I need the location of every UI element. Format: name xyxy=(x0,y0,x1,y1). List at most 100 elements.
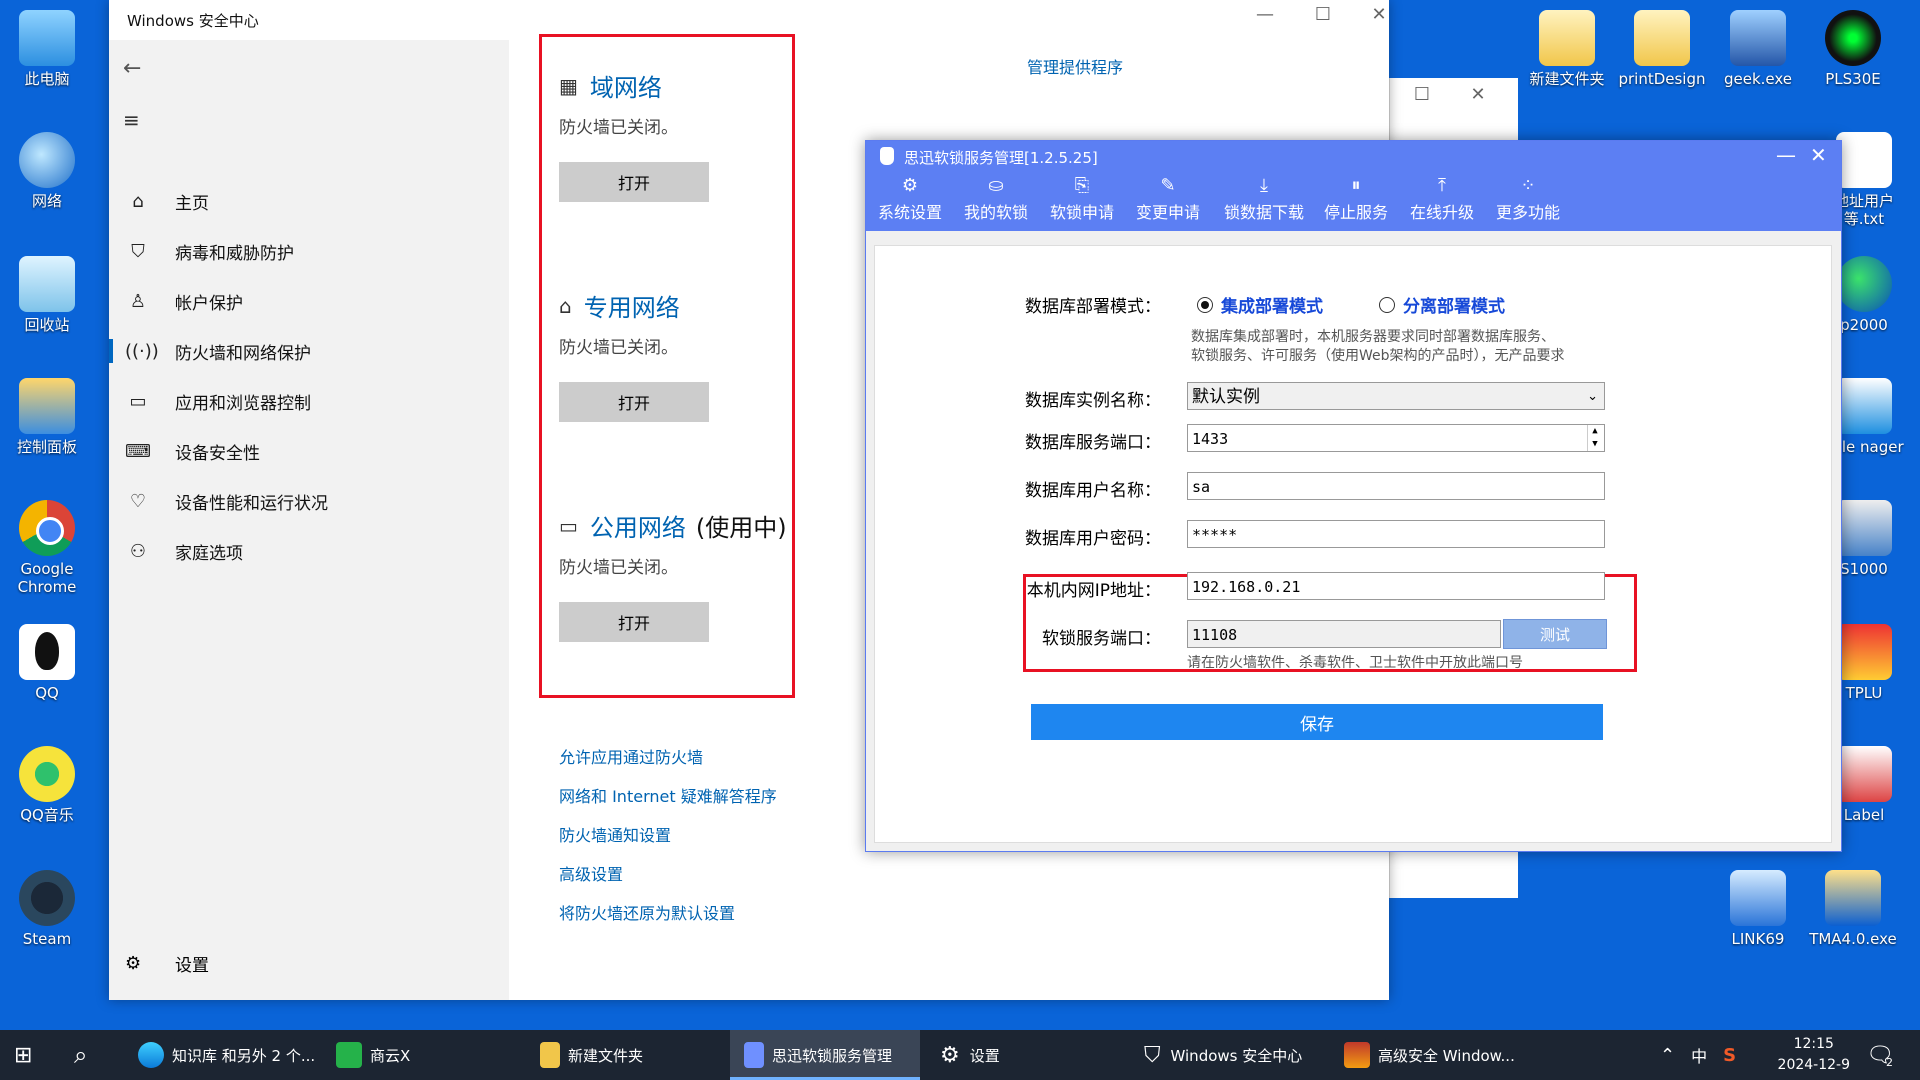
save-button[interactable]: 保存 xyxy=(1031,704,1603,740)
minimize-icon[interactable]: — xyxy=(1776,143,1796,167)
sidebar-item-app-browser-control[interactable]: ▭ 应用和浏览器控制 xyxy=(125,381,311,421)
add-document-icon: ⎘ xyxy=(1074,175,1090,196)
db-password-label: 数据库用户密码： xyxy=(1025,529,1161,549)
taskbar-item-edge[interactable]: 知识库 和另外 2 个... xyxy=(138,1030,318,1080)
desktop-icon-steam[interactable]: Steam xyxy=(0,870,95,948)
desktop-icon-qq[interactable]: QQ xyxy=(0,624,95,702)
turn-on-private-button[interactable]: 打开 xyxy=(559,382,709,422)
desktop-icon-geek[interactable]: geek.exe xyxy=(1710,10,1806,88)
toolbar-apply-softlock[interactable]: ⎘ 软锁申请 xyxy=(1040,175,1124,223)
turn-on-public-button[interactable]: 打开 xyxy=(559,602,709,642)
computer-icon xyxy=(19,10,75,66)
desktop-icon-printdesign[interactable]: printDesign xyxy=(1614,10,1710,88)
sidebar-item-settings[interactable]: ⚙ 设置 xyxy=(125,951,209,976)
toolbar-online-upgrade[interactable]: ⤒ 在线升级 xyxy=(1400,175,1484,223)
deploy-mode-label: 数据库部署模式： xyxy=(1025,297,1161,317)
sogou-ime-icon[interactable]: S xyxy=(1723,1045,1736,1066)
desktop-icon-chrome[interactable]: Google Chrome xyxy=(0,500,95,596)
minimize-icon[interactable]: — xyxy=(1245,4,1285,25)
taskbar-item-shangyun[interactable]: 商云X xyxy=(336,1030,516,1080)
firewall-status: 防火墙已关闭。 xyxy=(559,338,678,358)
chevron-up-icon[interactable]: ⌃ xyxy=(1660,1045,1675,1066)
taskbar-item-new-folder[interactable]: 新建文件夹 xyxy=(540,1030,720,1080)
notification-count: 2 xyxy=(1885,1055,1893,1069)
notification-center-button[interactable]: 🗨 2 xyxy=(1866,1030,1894,1080)
sidebar-item-account-protection[interactable]: ♙ 帐户保护 xyxy=(125,281,243,321)
lock-port-input[interactable]: 11108 xyxy=(1187,620,1501,648)
allow-app-link[interactable]: 允许应用通过防火墙 xyxy=(559,744,703,768)
in-use-label: (使用中) xyxy=(695,514,787,542)
sidebar-item-device-performance[interactable]: ♡ 设备性能和运行状况 xyxy=(125,481,328,521)
globe-icon xyxy=(1836,256,1892,312)
desktop-icon-control-panel[interactable]: 控制面板 xyxy=(0,378,95,456)
turn-on-domain-button[interactable]: 打开 xyxy=(559,162,709,202)
manage-providers-link[interactable]: 管理提供程序 xyxy=(1027,54,1123,78)
instance-select[interactable]: 默认实例 ⌄ xyxy=(1187,382,1605,410)
desktop-icon-qq-music[interactable]: QQ音乐 xyxy=(0,746,95,824)
sidebar-item-firewall[interactable]: ((·)) 防火墙和网络保护 xyxy=(109,331,311,371)
test-button[interactable]: 测试 xyxy=(1503,619,1607,649)
sidebar-item-virus-protection[interactable]: ⛉ 病毒和威胁防护 xyxy=(125,231,294,271)
notification-settings-link[interactable]: 防火墙通知设置 xyxy=(559,822,671,846)
folder-icon xyxy=(1539,10,1595,66)
windows-logo-icon: ⊞ xyxy=(14,1042,33,1068)
toolbar-more-features[interactable]: ⁘ 更多功能 xyxy=(1486,175,1570,223)
app-logo-icon xyxy=(880,147,894,165)
toolbar-my-softlock[interactable]: ⛀ 我的软锁 xyxy=(954,175,1038,223)
search-button[interactable]: ⌕ xyxy=(74,1030,87,1080)
close-icon[interactable]: ✕ xyxy=(1810,143,1827,167)
edge-icon xyxy=(138,1042,164,1068)
stepper-arrows-icon[interactable]: ▲ ▼ xyxy=(1587,425,1602,451)
start-button[interactable]: ⊞ xyxy=(14,1030,32,1080)
desktop-icon-this-pc[interactable]: 此电脑 xyxy=(0,10,95,88)
desktop-icon-new-folder[interactable]: 新建文件夹 xyxy=(1519,10,1615,88)
maximize-icon[interactable]: ☐ xyxy=(1402,84,1442,105)
geek-uninstaller-icon xyxy=(1730,10,1786,66)
toolbar-system-settings[interactable]: ⚙ 系统设置 xyxy=(868,175,952,223)
family-icon: ⚇ xyxy=(129,540,147,562)
taskbar-item-settings[interactable]: ⚙ 设置 xyxy=(940,1030,1120,1080)
troubleshooter-link[interactable]: 网络和 Internet 疑难解答程序 xyxy=(559,783,777,807)
toolbar-stop-service[interactable]: ⏸ 停止服务 xyxy=(1314,175,1398,223)
advanced-settings-link[interactable]: 高级设置 xyxy=(559,861,623,885)
window-title: Windows 安全中心 xyxy=(127,12,259,30)
chevron-down-icon: ⌄ xyxy=(1587,389,1598,404)
sidebar-item-family-options[interactable]: ⚇ 家庭选项 xyxy=(125,531,243,571)
instance-label: 数据库实例名称： xyxy=(1025,391,1161,411)
edit-icon: ✎ xyxy=(1160,175,1176,196)
desktop-icon-network[interactable]: 网络 xyxy=(0,132,95,210)
close-icon[interactable]: ✕ xyxy=(1458,84,1498,105)
taskbar-item-advanced-firewall[interactable]: 高级安全 Window... xyxy=(1344,1030,1534,1080)
softlock-settings-panel: 数据库部署模式： 集成部署模式 分离部署模式 数据库集成部署时，本机服务器要求同… xyxy=(874,245,1832,843)
toolbar-lock-data-download[interactable]: ⤓ 锁数据下载 xyxy=(1216,175,1312,223)
taskbar-item-security[interactable]: ⛉ Windows 安全中心 xyxy=(1144,1030,1334,1080)
desktop-icon-pls30e[interactable]: PLS30E xyxy=(1805,10,1901,88)
sidebar-item-device-security[interactable]: ⌨ 设备安全性 xyxy=(125,431,260,471)
toolbar-change-request[interactable]: ✎ 变更申请 xyxy=(1126,175,1210,223)
db-password-input[interactable]: ***** xyxy=(1187,520,1605,548)
ime-indicator[interactable]: 中 xyxy=(1691,1043,1707,1067)
network-name[interactable]: 专用网络 xyxy=(584,288,680,323)
maximize-icon[interactable]: ☐ xyxy=(1303,4,1343,25)
network-name[interactable]: 公用网络 xyxy=(590,508,686,543)
steam-icon xyxy=(19,870,75,926)
private-network-icon: ⌂ xyxy=(559,293,572,318)
radio-separated-mode[interactable]: 分离部署模式 xyxy=(1379,292,1505,317)
desktop-icon-recycle-bin[interactable]: 回收站 xyxy=(0,256,95,334)
taskbar-item-softlock[interactable]: 思迅软锁服务管理 xyxy=(730,1030,920,1080)
ip-input[interactable]: 192.168.0.21 xyxy=(1187,572,1605,600)
desktop-icon-tma[interactable]: TMA4.0.exe xyxy=(1805,870,1901,948)
close-icon[interactable]: ✕ xyxy=(1359,4,1399,25)
sidebar-item-home[interactable]: ⌂ 主页 xyxy=(125,181,209,221)
back-arrow-icon[interactable]: ← xyxy=(123,56,141,81)
tplu-icon xyxy=(1836,624,1892,680)
control-panel-icon xyxy=(19,378,75,434)
restore-defaults-link[interactable]: 将防火墙还原为默认设置 xyxy=(559,900,735,924)
db-port-stepper[interactable]: 1433 ▲ ▼ xyxy=(1187,424,1605,452)
desktop-icon-link69[interactable]: LINK69 xyxy=(1710,870,1806,948)
clock[interactable]: 12:15 2024-12-9 xyxy=(1778,1034,1850,1076)
radio-integrated-mode[interactable]: 集成部署模式 xyxy=(1197,292,1323,317)
network-name[interactable]: 域网络 xyxy=(590,68,662,103)
db-user-input[interactable]: sa xyxy=(1187,472,1605,500)
hamburger-menu-icon[interactable]: ≡ xyxy=(123,108,140,132)
